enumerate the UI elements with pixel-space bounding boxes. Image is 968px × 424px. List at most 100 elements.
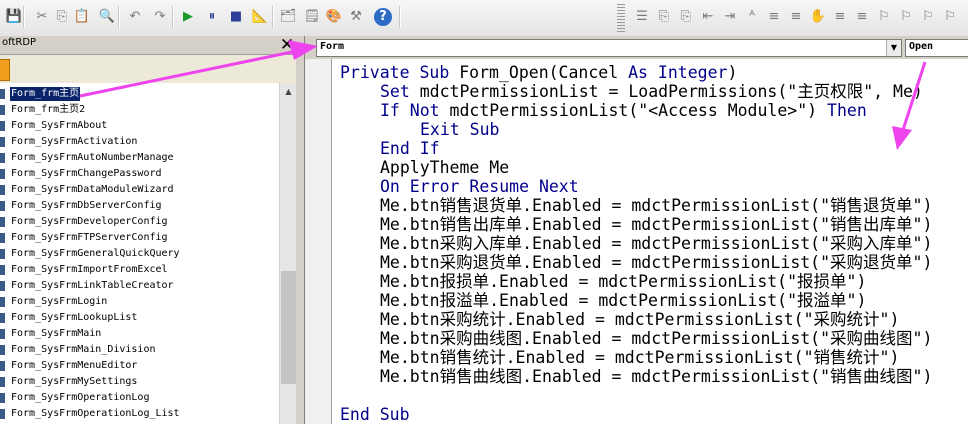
toolbar-separator: [272, 6, 274, 28]
uncomment-block-icon[interactable]: ≡: [852, 7, 872, 27]
list-properties-icon[interactable]: ☰: [632, 7, 652, 27]
case-icon[interactable]: ᴬ: [742, 7, 762, 27]
reset-icon[interactable]: ■: [226, 7, 246, 27]
object-combobox[interactable]: Form ▼: [316, 39, 902, 57]
code-line[interactable]: Private Sub Form_Open(Cancel As Integer): [340, 63, 737, 82]
form-icon: [0, 281, 5, 291]
break-icon[interactable]: ⏸: [202, 7, 222, 27]
cut-icon[interactable]: ✂: [32, 7, 52, 27]
list-item[interactable]: Form_SysFrmAbout: [0, 118, 279, 134]
code-line[interactable]: Me.btn采购入库单.Enabled = mdctPermissionList…: [380, 234, 932, 253]
toolbar-gripper-icon[interactable]: [617, 4, 625, 32]
list-item[interactable]: Form_SysFrmOperationLog: [0, 390, 279, 406]
close-icon[interactable]: ✕: [278, 36, 296, 54]
quick-info-icon[interactable]: ⎘: [676, 7, 696, 27]
code-line[interactable]: End If: [380, 139, 440, 158]
list-item[interactable]: Form_SysFrmFTPServerConfig: [0, 230, 279, 246]
code-line[interactable]: Me.btn采购退货单.Enabled = mdctPermissionList…: [380, 253, 932, 272]
list-constants-icon[interactable]: ⎘: [654, 7, 674, 27]
code-line[interactable]: ApplyTheme Me: [380, 158, 509, 177]
code-keyword: End Sub: [340, 405, 410, 424]
list-item[interactable]: Form_SysFrmGeneralQuickQuery: [0, 246, 279, 262]
previous-bookmark-icon[interactable]: ⚐: [918, 7, 938, 27]
list-item[interactable]: Form_SysFrmImportFromExcel: [0, 262, 279, 278]
list-item[interactable]: Form_SysFrmDataModuleWizard: [0, 182, 279, 198]
find-icon[interactable]: 🔍: [97, 7, 117, 27]
code-line[interactable]: End Sub: [340, 405, 410, 424]
scrollbar-thumb[interactable]: [281, 271, 296, 384]
procedure-combobox[interactable]: Open: [905, 39, 968, 57]
code-line[interactable]: Me.btn采购曲线图.Enabled = mdctPermissionList…: [380, 329, 932, 348]
clear-bookmarks-icon[interactable]: ⚐: [940, 7, 960, 27]
standard-toolbar: 💾 ✂ ⎘ 📋 🔍 ↶ ↷ ▶ ⏸ ■ 📐 🗂 🗒 🎨 ⚒ ? ☰ ⎘ ⎘ ⇤ ⇥ ᴬ ≡ ≡ ✋ ≡ ≡ ⚐ ⚐ ⚐ ⚐: [0, 0, 968, 37]
undo-icon[interactable]: ↶: [125, 7, 145, 27]
code-line[interactable]: Me.btn销售退货单.Enabled = mdctPermissionList…: [380, 196, 932, 215]
list-item[interactable]: Form_SysFrmAutoNumberManage: [0, 150, 279, 166]
code-text: mdctPermissionList("<Access Module>"): [449, 101, 828, 120]
toggle-breakpoint-icon[interactable]: ✋: [808, 7, 828, 27]
code-line[interactable]: On Error Resume Next: [380, 177, 579, 196]
next-bookmark-icon[interactable]: ⚐: [896, 7, 916, 27]
paste-icon[interactable]: 📋: [72, 7, 92, 27]
code-line[interactable]: Me.btn采购统计.Enabled = mdctPermissionList(…: [380, 310, 899, 329]
indent-icon[interactable]: ≡: [764, 7, 784, 27]
list-item[interactable]: Form_SysFrmOperationLog_List: [0, 406, 279, 422]
code-line[interactable]: Me.btn销售出库单.Enabled = mdctPermissionList…: [380, 215, 932, 234]
list-item[interactable]: Form_SysFrmLogin: [0, 294, 279, 310]
list-item[interactable]: Form_SysFrmMySettings: [0, 374, 279, 390]
code-text: Me.btn报损单.Enabled = mdctPermissionList("…: [380, 272, 867, 291]
code-line[interactable]: Me.btn销售统计.Enabled = mdctPermissionList(…: [380, 348, 899, 367]
scroll-up-icon[interactable]: ▲: [282, 85, 295, 98]
code-window-header: Form ▼ Open: [305, 36, 968, 59]
list-item-label: Form_SysFrmMain_Division: [11, 344, 156, 355]
list-item[interactable]: Form_SysFrmChangePassword: [0, 166, 279, 182]
comment-block-icon[interactable]: ≡: [830, 7, 850, 27]
toolbar-separator: [118, 6, 120, 28]
form-icon: [0, 233, 5, 243]
bookmark-icon[interactable]: ⚐: [874, 7, 894, 27]
list-item[interactable]: Form_SysFrmLinkTableCreator: [0, 278, 279, 294]
form-icon: [0, 105, 5, 115]
list-item[interactable]: Form_frm主页2: [0, 102, 279, 118]
code-line[interactable]: If Not mdctPermissionList("<Access Modul…: [380, 101, 867, 120]
redo-icon[interactable]: ↷: [150, 7, 170, 27]
list-item[interactable]: Form_SysFrmDeveloperConfig: [0, 214, 279, 230]
copy-icon[interactable]: ⎘: [52, 7, 72, 27]
form-icon: [0, 121, 5, 131]
code-line[interactable]: Set mdctPermissionList = LoadPermissions…: [380, 82, 923, 101]
list-item[interactable]: Form_SysFrmActivation: [0, 134, 279, 150]
list-item-label: Form_SysFrmDbServerConfig: [11, 200, 162, 211]
code-line[interactable]: Me.btn销售曲线图.Enabled = mdctPermissionList…: [380, 367, 932, 386]
list-item-label: Form_SysFrmDeveloperConfig: [11, 216, 168, 227]
folder-icon[interactable]: [0, 59, 10, 81]
list-item-label: Form_SysFrmLookupList: [11, 312, 138, 323]
project-tree-scrollbar[interactable]: ▲: [279, 83, 297, 424]
save-icon[interactable]: 💾: [4, 7, 24, 27]
help-icon[interactable]: ?: [374, 8, 392, 26]
project-explorer-icon[interactable]: 🗂: [278, 7, 298, 27]
outdent-icon[interactable]: ≡: [786, 7, 806, 27]
param-info-icon[interactable]: ⇤: [698, 7, 718, 27]
list-item[interactable]: Form_SysFrmLookupList: [0, 310, 279, 326]
complete-word-icon[interactable]: ⇥: [720, 7, 740, 27]
object-browser-icon[interactable]: 🎨: [324, 7, 344, 27]
list-item-label: Form_SysFrmDataModuleWizard: [11, 184, 174, 195]
design-mode-icon[interactable]: 📐: [250, 7, 270, 27]
code-editor[interactable]: Private Sub Form_Open(Cancel As Integer)…: [332, 59, 968, 424]
code-text: ): [727, 63, 738, 82]
form-icon: [0, 185, 5, 195]
list-item[interactable]: Form_SysFrmDbServerConfig: [0, 198, 279, 214]
properties-icon[interactable]: 🗒: [302, 7, 322, 27]
list-item[interactable]: Form_SysFrmMenuEditor: [0, 358, 279, 374]
chevron-down-icon[interactable]: ▼: [886, 40, 901, 56]
list-item[interactable]: Form_SysFrmMain: [0, 326, 279, 342]
run-icon[interactable]: ▶: [178, 7, 198, 27]
code-line[interactable]: Exit Sub: [420, 120, 499, 139]
list-item[interactable]: Form_SysFrmMain_Division: [0, 342, 279, 358]
list-item[interactable]: Form_frm主页: [0, 86, 279, 102]
toolbox-icon[interactable]: ⚒: [346, 7, 366, 27]
list-item-label: Form_frm主页2: [11, 104, 86, 115]
code-line[interactable]: Me.btn报溢单.Enabled = mdctPermissionList("…: [380, 291, 866, 310]
code-line[interactable]: Me.btn报损单.Enabled = mdctPermissionList("…: [380, 272, 866, 291]
pane-splitter[interactable]: [296, 36, 305, 424]
